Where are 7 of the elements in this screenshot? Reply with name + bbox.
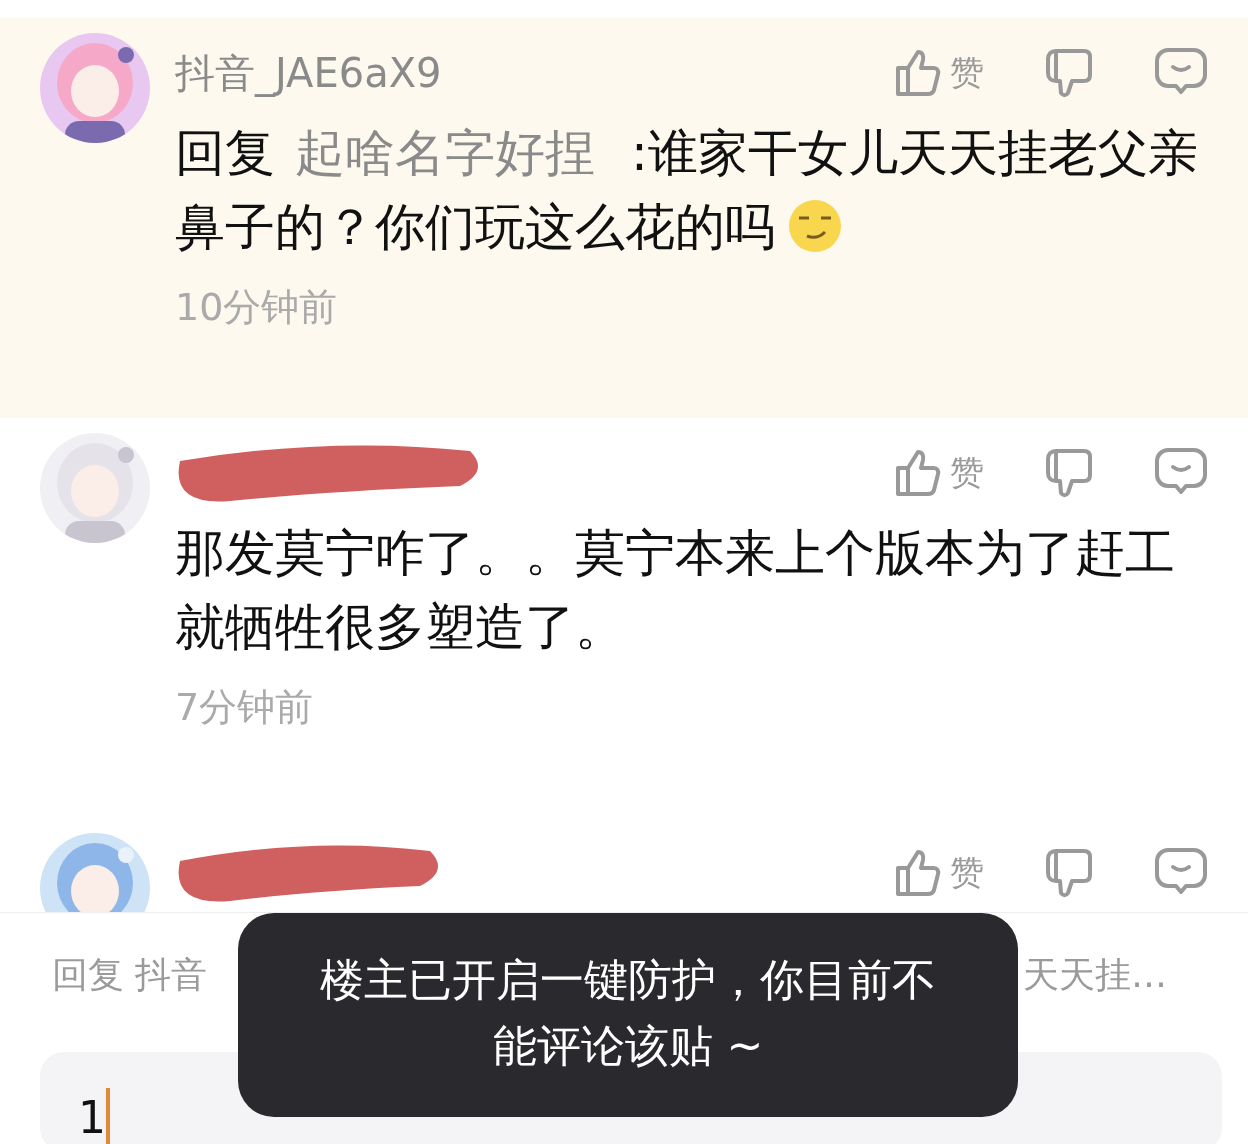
reply-hint: 天天挂… (1023, 953, 1167, 997)
comment-text: 那发莫宁咋了。。莫宁本来上个版本为了赶工就牺牲很多塑造了。 (175, 523, 1176, 658)
timestamp: 10分钟前 (175, 284, 339, 331)
timestamp: 7分钟前 (175, 684, 315, 731)
comment-text: 回复 起啥名字好捏 :谁家干女儿天天挂老父亲鼻子的？你们玩这么花的吗 (175, 123, 1199, 258)
protection-toast: 楼主已开启一键防护，你目前不能评论该贴 ~ (238, 913, 1018, 1117)
reply-hint: 回复 抖音 (52, 953, 208, 997)
